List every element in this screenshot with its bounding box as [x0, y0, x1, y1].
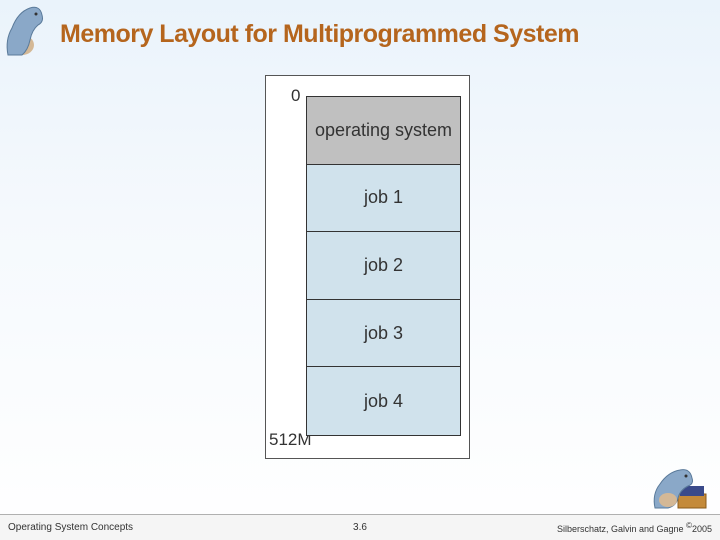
dino-logo-bottom-right [650, 464, 710, 512]
memory-segment-os: operating system [307, 97, 460, 165]
memory-segment-job3: job 3 [307, 300, 460, 368]
footer-page-number: 3.6 [353, 522, 367, 533]
footer-year: 2005 [692, 524, 712, 534]
dinosaur-icon [0, 0, 50, 60]
page-title: Memory Layout for Multiprogrammed System [60, 20, 700, 49]
memory-segment-job4: job 4 [307, 367, 460, 435]
footer-attribution: Silberschatz, Galvin and Gagne ©2005 [557, 521, 712, 534]
memory-stack: operating system job 1 job 2 job 3 job 4 [306, 96, 461, 436]
dinosaur-icon [650, 464, 710, 512]
slide-footer: Operating System Concepts 3.6 Silberscha… [0, 514, 720, 540]
footer-authors: Silberschatz, Galvin and Gagne [557, 524, 686, 534]
memory-diagram: 0 512M operating system job 1 job 2 job … [265, 75, 470, 459]
dino-logo-top-left [0, 0, 50, 60]
memory-segment-job1: job 1 [307, 165, 460, 233]
address-label-top: 0 [291, 86, 300, 106]
memory-segment-job2: job 2 [307, 232, 460, 300]
footer-book-title: Operating System Concepts [8, 522, 133, 533]
